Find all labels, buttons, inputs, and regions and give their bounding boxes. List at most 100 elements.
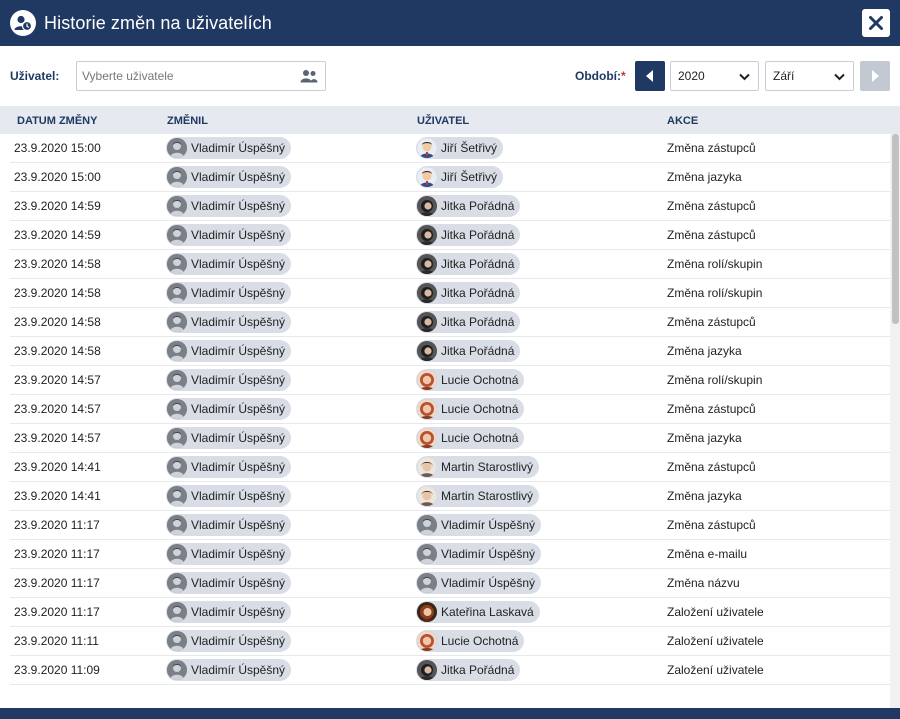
table-row[interactable]: 23.9.2020 14:58 Vladimír Úspěšný Jitka Poř… <box>10 308 890 337</box>
changed-by-chip[interactable]: Vladimír Úspěšný <box>166 398 292 420</box>
avatar-icon <box>167 254 187 274</box>
user-chip[interactable]: Jitka Pořádná <box>416 253 521 275</box>
changed-by-chip[interactable]: Vladimír Úspěšný <box>166 195 292 217</box>
table-row[interactable]: 23.9.2020 14:57 Vladimír Úspěšný Lucie Och… <box>10 366 890 395</box>
column-header-action[interactable]: AKCE <box>667 115 698 127</box>
column-header-changed-by[interactable]: ZMĚNIL <box>167 115 208 127</box>
changed-by-chip[interactable]: Vladimír Úspěšný <box>166 340 292 362</box>
table-row[interactable]: 23.9.2020 14:57 Vladimír Úspěšný Lucie Och… <box>10 395 890 424</box>
user-history-icon <box>10 10 36 36</box>
user-chip[interactable]: Kateřina Laskavá <box>416 601 540 623</box>
user-chip[interactable]: Jitka Pořádná <box>416 224 521 246</box>
change-date: 23.9.2020 14:57 <box>14 373 101 387</box>
table-row[interactable]: 23.9.2020 14:41 Vladimír Úspěšný Martin St… <box>10 453 890 482</box>
avatar-icon <box>167 283 187 303</box>
user-chip[interactable]: Martin Starostlivý <box>416 456 540 478</box>
user-chip[interactable]: Lucie Ochotná <box>416 369 525 391</box>
changed-by-cell: Vladimír Úspěšný <box>166 221 292 249</box>
table-row[interactable]: 23.9.2020 11:17 Vladimír Úspěšný Vladimír … <box>10 569 890 598</box>
action-text: Změna zástupců <box>667 518 756 532</box>
table-row[interactable]: 23.9.2020 14:58 Vladimír Úspěšný Jitka Poř… <box>10 279 890 308</box>
changed-by-chip[interactable]: Vladimír Úspěšný <box>166 601 292 623</box>
changed-by-chip[interactable]: Vladimír Úspěšný <box>166 166 292 188</box>
changed-by-chip[interactable]: Vladimír Úspěšný <box>166 427 292 449</box>
user-search-input[interactable] <box>77 62 287 90</box>
column-header-user[interactable]: UŽIVATEL <box>417 115 469 127</box>
action-text: Založení uživatele <box>667 605 764 619</box>
changed-by-chip[interactable]: Vladimír Úspěšný <box>166 224 292 246</box>
history-table-body: 23.9.2020 15:00 Vladimír Úspěšný Jiří Šetř… <box>0 134 890 708</box>
user-cell: Jiří Šetřivý <box>416 134 504 162</box>
close-button[interactable] <box>862 9 890 37</box>
table-row[interactable]: 23.9.2020 14:57 Vladimír Úspěšný Lucie Och… <box>10 424 890 453</box>
user-chip[interactable]: Jitka Pořádná <box>416 659 521 681</box>
table-row[interactable]: 23.9.2020 14:59 Vladimír Úspěšný Jitka Poř… <box>10 192 890 221</box>
year-select[interactable]: 2020 <box>670 61 759 91</box>
filter-bar: Uživatel: Období:* 2020 Září <box>0 46 900 106</box>
avatar-icon <box>167 312 187 332</box>
user-name: Jitka Pořádná <box>441 257 515 271</box>
changed-by-chip[interactable]: Vladimír Úspěšný <box>166 253 292 275</box>
table-header: DATUM ZMĚNY ZMĚNIL UŽIVATEL AKCE <box>0 106 900 134</box>
user-cell: Martin Starostlivý <box>416 453 540 481</box>
table-row[interactable]: 23.9.2020 11:09 Vladimír Úspěšný Jitka Poř… <box>10 656 890 685</box>
table-row[interactable]: 23.9.2020 15:00 Vladimír Úspěšný Jiří Šetř… <box>10 163 890 192</box>
changed-by-cell: Vladimír Úspěšný <box>166 163 292 191</box>
user-chip[interactable]: Vladimír Úspěšný <box>416 514 542 536</box>
changed-by-cell: Vladimír Úspěšný <box>166 192 292 220</box>
month-select[interactable]: Září <box>765 61 854 91</box>
scrollbar-thumb[interactable] <box>892 134 899 324</box>
changed-by-chip[interactable]: Vladimír Úspěšný <box>166 659 292 681</box>
change-date: 23.9.2020 14:57 <box>14 431 101 445</box>
table-row[interactable]: 23.9.2020 14:58 Vladimír Úspěšný Jitka Poř… <box>10 337 890 366</box>
table-row[interactable]: 23.9.2020 11:17 Vladimír Úspěšný Vladimír … <box>10 540 890 569</box>
next-period-button[interactable] <box>860 61 890 91</box>
user-chip[interactable]: Lucie Ochotná <box>416 427 525 449</box>
table-row[interactable]: 23.9.2020 15:00 Vladimír Úspěšný Jiří Šetř… <box>10 134 890 163</box>
user-chip[interactable]: Jiří Šetřivý <box>416 166 504 188</box>
changed-by-name: Vladimír Úspěšný <box>191 141 286 155</box>
table-row[interactable]: 23.9.2020 14:58 Vladimír Úspěšný Jitka Poř… <box>10 250 890 279</box>
changed-by-chip[interactable]: Vladimír Úspěšný <box>166 485 292 507</box>
user-name: Kateřina Laskavá <box>441 605 534 619</box>
user-chip[interactable]: Vladimír Úspěšný <box>416 572 542 594</box>
user-chip[interactable]: Jitka Pořádná <box>416 340 521 362</box>
changed-by-chip[interactable]: Vladimír Úspěšný <box>166 369 292 391</box>
changed-by-chip[interactable]: Vladimír Úspěšný <box>166 311 292 333</box>
user-chip[interactable]: Lucie Ochotná <box>416 630 525 652</box>
user-cell: Lucie Ochotná <box>416 366 525 394</box>
table-row[interactable]: 23.9.2020 14:59 Vladimír Úspěšný Jitka Poř… <box>10 221 890 250</box>
previous-period-button[interactable] <box>635 61 665 91</box>
user-cell: Jitka Pořádná <box>416 192 521 220</box>
avatar-icon <box>167 573 187 593</box>
user-name: Lucie Ochotná <box>441 373 519 387</box>
table-row[interactable]: 23.9.2020 11:17 Vladimír Úspěšný Kateřina … <box>10 598 890 627</box>
action-text: Změna rolí/skupin <box>667 257 763 271</box>
table-row[interactable]: 23.9.2020 11:17 Vladimír Úspěšný Vladimír … <box>10 511 890 540</box>
column-header-date[interactable]: DATUM ZMĚNY <box>17 115 97 127</box>
avatar-icon <box>167 399 187 419</box>
user-name: Jitka Pořádná <box>441 199 515 213</box>
changed-by-chip[interactable]: Vladimír Úspěšný <box>166 630 292 652</box>
user-filter-field[interactable] <box>76 61 326 91</box>
changed-by-chip[interactable]: Vladimír Úspěšný <box>166 456 292 478</box>
changed-by-chip[interactable]: Vladimír Úspěšný <box>166 282 292 304</box>
user-chip[interactable]: Jitka Pořádná <box>416 282 521 304</box>
user-chip[interactable]: Vladimír Úspěšný <box>416 543 542 565</box>
action-text: Změna zástupců <box>667 460 756 474</box>
changed-by-chip[interactable]: Vladimír Úspěšný <box>166 543 292 565</box>
table-row[interactable]: 23.9.2020 14:41 Vladimír Úspěšný Martin St… <box>10 482 890 511</box>
user-chip[interactable]: Jiří Šetřivý <box>416 137 504 159</box>
dialog-title: Historie změn na uživatelích <box>44 12 272 33</box>
user-name: Jiří Šetřivý <box>441 170 498 184</box>
users-icon[interactable] <box>300 69 318 83</box>
changed-by-chip[interactable]: Vladimír Úspěšný <box>166 514 292 536</box>
changed-by-chip[interactable]: Vladimír Úspěšný <box>166 137 292 159</box>
user-chip[interactable]: Jitka Pořádná <box>416 311 521 333</box>
close-icon <box>869 16 883 30</box>
user-chip[interactable]: Martin Starostlivý <box>416 485 540 507</box>
user-chip[interactable]: Lucie Ochotná <box>416 398 525 420</box>
table-row[interactable]: 23.9.2020 11:11 Vladimír Úspěšný Lucie Och… <box>10 627 890 656</box>
changed-by-chip[interactable]: Vladimír Úspěšný <box>166 572 292 594</box>
user-chip[interactable]: Jitka Pořádná <box>416 195 521 217</box>
